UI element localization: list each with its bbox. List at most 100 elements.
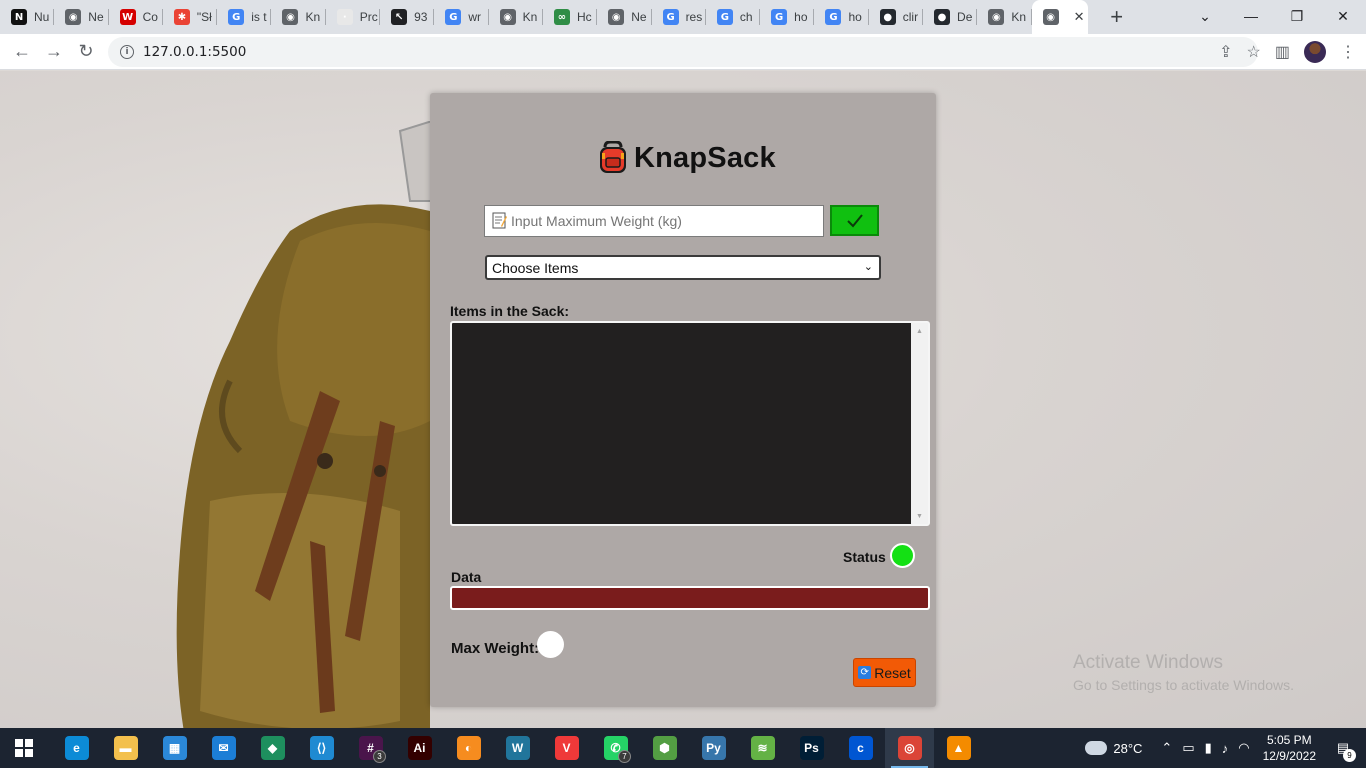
taskbar-app-mail[interactable]: ✉ xyxy=(199,728,248,768)
browser-tab[interactable]: Gch xyxy=(706,0,761,34)
site-info-icon[interactable]: i xyxy=(120,45,134,59)
tab-title: Kn xyxy=(305,10,321,24)
taskbar-app-fl-studio[interactable]: ◐ xyxy=(444,728,493,768)
active-tab[interactable]: ◉ ✕ xyxy=(1031,0,1088,34)
browser-tab[interactable]: W Co xyxy=(109,0,163,34)
taskbar-app-wordpress[interactable]: W xyxy=(493,728,542,768)
gfg-favicon-icon: ∞ xyxy=(553,9,570,25)
taskbar-app-vlc[interactable]: ▲ xyxy=(934,728,983,768)
minimize-button[interactable]: — xyxy=(1228,0,1274,32)
tab-title: Nu xyxy=(34,10,50,24)
browser-tab[interactable]: ↖ 93 xyxy=(380,0,435,34)
chevron-up-icon[interactable]: ⌃ xyxy=(1161,740,1172,756)
google-favicon-icon: G xyxy=(445,9,462,25)
wifi-icon[interactable]: ◠ xyxy=(1238,740,1249,756)
notification-center-button[interactable]: ▤ 9 xyxy=(1328,740,1358,762)
taskbar-app-chrome[interactable]: ◎ xyxy=(885,728,934,768)
status-label: Status xyxy=(843,549,886,565)
volume-icon[interactable]: ♪ xyxy=(1222,741,1229,756)
restore-button[interactable]: ❐ xyxy=(1274,0,1320,32)
taskbar-app-photoshop[interactable]: Ps xyxy=(787,728,836,768)
submit-weight-button[interactable] xyxy=(830,205,879,236)
browser-tab[interactable]: N Nu xyxy=(0,0,55,34)
forward-icon[interactable]: → xyxy=(38,36,70,68)
close-tab-icon[interactable]: ✕ xyxy=(1074,9,1085,25)
activation-watermark-subtitle: Go to Settings to activate Windows. xyxy=(1073,677,1294,693)
browser-tab[interactable]: ● De xyxy=(923,0,978,34)
google-favicon-icon: G xyxy=(662,9,679,25)
url-text: 127.0.0.1:5500 xyxy=(143,44,247,60)
system-tray: 28°C ⌃ ▭ ▮ ♪ ◠ 5:05 PM 12/9/2022 ▤ 9 xyxy=(1082,728,1366,768)
tab-search-icon[interactable]: ⌄ xyxy=(1182,0,1228,32)
browser-tab[interactable]: ◉ Ne xyxy=(597,0,652,34)
browser-tab[interactable]: Gho xyxy=(760,0,815,34)
tab-title: clir xyxy=(902,10,919,24)
globe-favicon-icon: ◉ xyxy=(988,9,1005,25)
new-tab-button[interactable]: + xyxy=(1100,0,1134,34)
taskbar-app-slack[interactable]: #3 xyxy=(346,728,395,768)
address-bar[interactable]: i 127.0.0.1:5500 xyxy=(108,37,1258,67)
vivaldi-icon: V xyxy=(554,736,579,760)
browser-tab[interactable]: ● clir xyxy=(869,0,924,34)
max-weight-input[interactable] xyxy=(484,205,824,237)
taskbar-app-coursera[interactable]: c xyxy=(836,728,885,768)
asterisk-favicon-icon: ✱ xyxy=(173,9,190,25)
github-favicon-icon: ● xyxy=(934,9,951,25)
sack-items-textarea[interactable]: ▲ ▼ xyxy=(450,321,930,526)
vlc-icon: ▲ xyxy=(946,736,971,760)
coursera-icon: c xyxy=(848,736,873,760)
browser-tab[interactable]: ✱ "Sł xyxy=(163,0,218,34)
tab-title: Kn xyxy=(1011,10,1027,24)
browser-tab[interactable]: ◉ Kn xyxy=(977,0,1032,34)
python-icon: Py xyxy=(701,736,726,760)
taskbar-app-illustrator[interactable]: Ai xyxy=(395,728,444,768)
reset-button[interactable]: ⟳ Reset xyxy=(853,658,916,687)
vscode-icon: ⟨⟩ xyxy=(309,736,334,760)
windows-start-button[interactable] xyxy=(0,728,48,768)
taskbar-app-microsoft-store[interactable]: ▦ xyxy=(150,728,199,768)
taskbar-app-vivaldi[interactable]: V xyxy=(542,728,591,768)
browser-tab[interactable]: ◉ Ne xyxy=(54,0,109,34)
taskbar-app-bluestacks[interactable]: ≋ xyxy=(738,728,787,768)
chrome-icon: ◎ xyxy=(897,736,922,760)
sack-scrollbar[interactable]: ▲ ▼ xyxy=(911,323,928,524)
weather-widget[interactable]: 28°C xyxy=(1082,736,1142,756)
globe-favicon-icon: ◉ xyxy=(499,9,516,25)
illustrator-icon: Ai xyxy=(407,736,432,760)
tab-title: Hc xyxy=(576,10,592,24)
meet-now-icon[interactable]: ▭ xyxy=(1182,740,1194,756)
taskbar-app-file-explorer[interactable]: ▬ xyxy=(101,728,150,768)
taskbar-app-node-js[interactable]: ⬢ xyxy=(640,728,689,768)
browser-tab[interactable]: Gis t xyxy=(217,0,272,34)
taskbar-app-vscode[interactable]: ⟨⟩ xyxy=(297,728,346,768)
taskbar-app-python[interactable]: Py xyxy=(689,728,738,768)
w3-favicon-icon: W xyxy=(119,9,136,25)
browser-tab[interactable]: Gres xyxy=(652,0,706,34)
taskbar-app-whatsapp[interactable]: ✆ 7 xyxy=(591,728,640,768)
profile-avatar[interactable] xyxy=(1304,41,1326,63)
menu-dots-icon[interactable]: ⋮ xyxy=(1340,42,1356,62)
choose-items-select[interactable]: Choose Items ⌄ xyxy=(485,255,881,280)
bookmark-star-icon[interactable]: ☆ xyxy=(1247,42,1261,62)
browser-tab[interactable]: · Prc xyxy=(326,0,381,34)
taskbar-app-gitkraken[interactable]: ◆ xyxy=(248,728,297,768)
battery-icon[interactable]: ▮ xyxy=(1205,740,1212,756)
taskbar-app-edge[interactable]: e xyxy=(52,728,101,768)
max-weight-indicator xyxy=(537,631,564,658)
browser-tab[interactable]: Gho xyxy=(814,0,869,34)
back-icon[interactable]: ← xyxy=(6,36,38,68)
browser-tab[interactable]: ∞ Hc xyxy=(543,0,598,34)
share-icon[interactable]: ⇪ xyxy=(1219,42,1232,62)
clock[interactable]: 5:05 PM 12/9/2022 xyxy=(1263,732,1316,764)
data-display-bar xyxy=(450,586,930,610)
scroll-down-icon[interactable]: ▼ xyxy=(916,513,923,520)
side-panel-icon[interactable]: ▥ xyxy=(1275,42,1290,62)
browser-tab[interactable]: ◉ Kn xyxy=(271,0,326,34)
chromium-favicon-icon: ◉ xyxy=(65,9,82,25)
google-favicon-icon: G xyxy=(825,9,842,25)
close-window-button[interactable]: ✕ xyxy=(1320,0,1366,32)
reload-icon[interactable]: ↻ xyxy=(70,36,102,68)
scroll-up-icon[interactable]: ▲ xyxy=(916,328,923,335)
browser-tab[interactable]: ◉ Kn xyxy=(489,0,543,34)
browser-tab[interactable]: Gwr xyxy=(434,0,489,34)
